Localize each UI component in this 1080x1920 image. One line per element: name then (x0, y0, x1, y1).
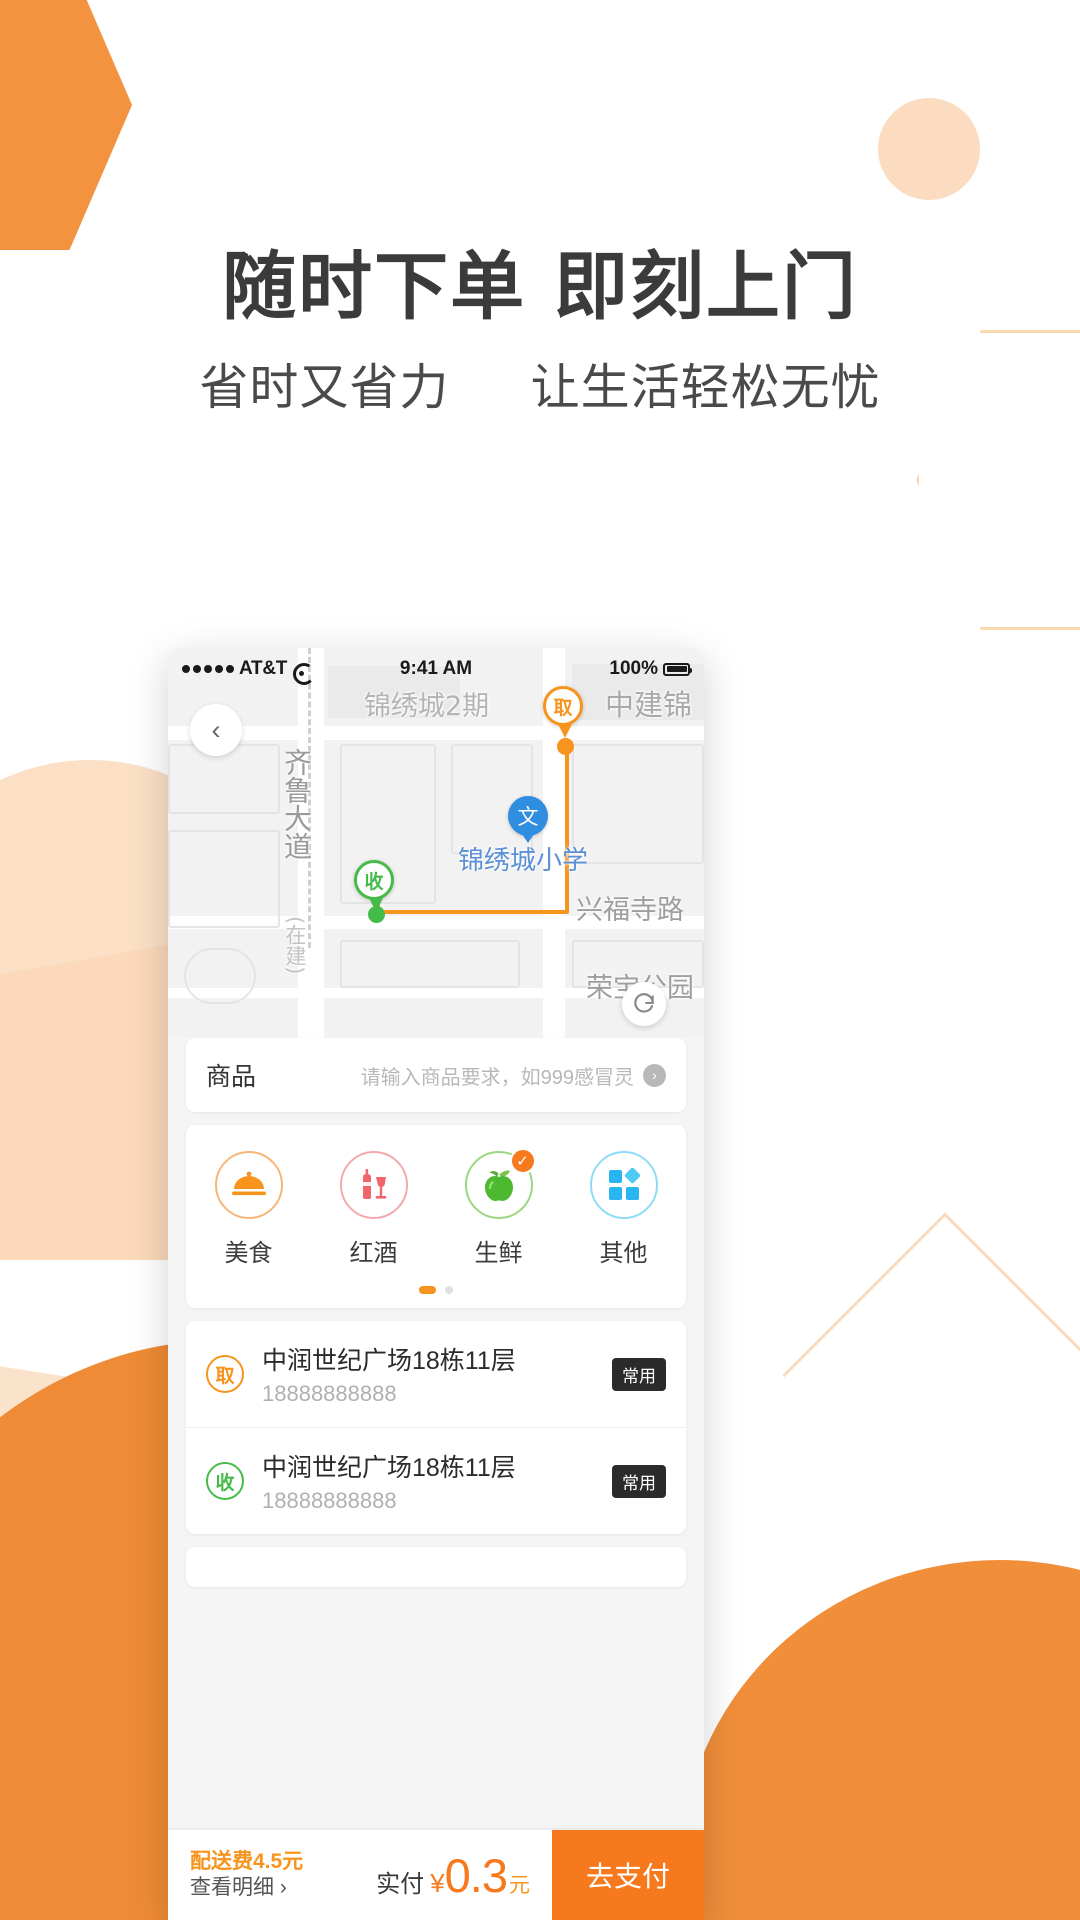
pickup-address-text: 中润世纪广场18栋11层 18888888888 (262, 1341, 612, 1407)
category-item-fresh[interactable]: ✓ 生鲜 (436, 1148, 561, 1268)
promo-subheadline-right: 让生活轻松无忧 (530, 358, 881, 416)
apple-glyph (484, 1170, 513, 1201)
map-block-outline (340, 940, 520, 988)
battery-full-icon (663, 662, 692, 676)
dropoff-pin-label: 收 (354, 860, 394, 900)
dropoff-address-tag: 常用 (612, 1464, 666, 1498)
category-label: 生鲜 (474, 1240, 523, 1267)
promo-subheadline: 省时又省力 让生活轻松无忧 (0, 348, 1080, 419)
pickup-address-name: 中润世纪广场18栋11层 (262, 1347, 516, 1375)
grid-glyph (608, 1168, 640, 1200)
goods-row[interactable]: 商品 请输入商品要求，如999感冒灵 › (186, 1038, 686, 1112)
dropoff-badge-icon: 收 (206, 1462, 244, 1500)
chevron-right-circle-icon[interactable]: › (643, 1063, 666, 1087)
dropoff-address-text: 中润世纪广场18栋11层 18888888888 (262, 1448, 612, 1514)
delivery-fee-block[interactable]: 配送费4.5元 查看明细 › (190, 1849, 303, 1902)
map-block-outline (572, 744, 704, 864)
pickup-pin-label: 取 (543, 686, 583, 726)
map-view[interactable]: 锦绣城2期 中建锦 齐鲁大道 (在建) 锦绣城小学 兴福寺路 荣宝公园 文 取 … (168, 648, 704, 1038)
promo-text-block: 随时下单 即刻上门 省时又省力 让生活轻松无忧 (0, 244, 1080, 419)
pay-button[interactable]: 去支付 (552, 1830, 704, 1920)
status-bar-left: AT&T (182, 658, 400, 680)
circle-top-right-shape (878, 98, 980, 200)
status-bar-right: 100% (472, 658, 692, 680)
hexagon-top-left-shape (0, 0, 132, 250)
map-pickup-pin[interactable]: 取 (543, 686, 587, 742)
total-amount-block: 实付 ¥ 0.3 元 (376, 1848, 530, 1903)
goods-input[interactable]: 请输入商品要求，如999感冒灵 (361, 1061, 634, 1090)
wifi-icon (292, 662, 310, 676)
cloche-glyph (231, 1171, 266, 1196)
payment-bar: 配送费4.5元 查看明细 › 实付 ¥ 0.3 元 去支付 (168, 1830, 704, 1920)
pickup-badge-icon: 取 (206, 1355, 244, 1393)
pickup-pin-tail (558, 724, 572, 738)
address-row-pickup[interactable]: 取 中润世纪广场18栋11层 18888888888 常用 (186, 1321, 686, 1427)
category-label: 其他 (599, 1240, 648, 1267)
promo-subheadline-left: 省时又省力 (199, 358, 450, 416)
school-marker-icon: 文 (508, 796, 548, 836)
category-item-other[interactable]: 其他 (561, 1151, 686, 1268)
pager-dot-active[interactable] (419, 1286, 436, 1294)
category-grid: 美食 红酒 ✓ 生鲜 其他 (186, 1148, 686, 1268)
status-bar: AT&T 9:41 AM 100% (168, 648, 704, 690)
next-section-card[interactable] (186, 1547, 686, 1587)
order-form-sheet: 商品 请输入商品要求，如999感冒灵 › 美食 红酒 ✓ 生鲜 其他 取 中润世… (168, 1038, 704, 1920)
total-amount-unit: 元 (509, 1873, 530, 1897)
dropoff-address-name: 中润世纪广场18栋11层 (262, 1454, 516, 1482)
pickup-route-dot (557, 738, 574, 755)
dropoff-address-phone: 18888888888 (262, 1488, 397, 1513)
pickup-address-tag: 常用 (612, 1357, 666, 1391)
category-selected-check-icon: ✓ (509, 1148, 536, 1174)
phone-mockup: 锦绣城2期 中建锦 齐鲁大道 (在建) 锦绣城小学 兴福寺路 荣宝公园 文 取 … (168, 648, 704, 1920)
green-apple-icon: ✓ (464, 1148, 536, 1219)
category-item-wine[interactable]: 红酒 (311, 1151, 436, 1268)
total-label: 实付 (376, 1870, 425, 1898)
category-pager[interactable] (186, 1286, 686, 1294)
battery-percent: 100% (609, 658, 658, 679)
map-label-school: 锦绣城小学 (458, 846, 589, 876)
map-road-horizontal-1 (168, 726, 704, 740)
pickup-address-phone: 18888888888 (262, 1381, 397, 1406)
pager-dot[interactable] (445, 1286, 453, 1294)
orange-blob-right-shape (680, 1560, 1080, 1920)
goods-card[interactable]: 商品 请输入商品要求，如999感冒灵 › (186, 1038, 686, 1112)
food-cloche-icon (214, 1151, 283, 1219)
category-label: 美食 (224, 1240, 273, 1267)
grid-squares-icon (589, 1151, 658, 1219)
map-block-outline (184, 948, 256, 1004)
wine-glyph (362, 1169, 386, 1199)
diagonal-line-shape (782, 1212, 1080, 1538)
view-detail-label: 查看明细 (190, 1876, 280, 1899)
map-label-road: 兴福寺路 (576, 895, 684, 926)
category-label: 红酒 (349, 1240, 398, 1267)
chevron-left-icon: ‹ (211, 714, 221, 745)
relocate-button[interactable] (622, 982, 666, 1026)
address-card: 取 中润世纪广场18栋11层 18888888888 常用 收 中润世纪广场18… (186, 1321, 686, 1534)
carrier-name: AT&T (239, 658, 288, 679)
map-route-segment (565, 744, 569, 914)
chevron-right-icon: › (279, 1876, 287, 1899)
map-label-avenue: 齐鲁大道 (280, 748, 313, 860)
category-item-food[interactable]: 美食 (186, 1151, 311, 1268)
refresh-location-icon (634, 993, 654, 1013)
map-label-under-construction: (在建) (283, 916, 307, 975)
promo-headline: 随时下单 即刻上门 (222, 244, 858, 330)
currency-symbol: ¥ (430, 1867, 445, 1898)
status-bar-time: 9:41 AM (399, 658, 473, 679)
dropoff-route-dot (368, 906, 385, 923)
view-detail-link[interactable]: 查看明细 › (190, 1875, 303, 1901)
map-block-outline (168, 830, 280, 928)
signal-strength-icon (182, 665, 234, 673)
map-route-segment (378, 910, 568, 914)
wine-bottle-glass-icon (339, 1151, 408, 1219)
total-amount-value: 0.3 (444, 1848, 508, 1902)
back-button[interactable]: ‹ (190, 704, 242, 756)
category-card: 美食 红酒 ✓ 生鲜 其他 (186, 1125, 686, 1308)
goods-label: 商品 (206, 1063, 257, 1091)
delivery-fee-amount: 配送费4.5元 (190, 1849, 304, 1873)
address-row-dropoff[interactable]: 收 中润世纪广场18栋11层 18888888888 常用 (186, 1427, 686, 1534)
